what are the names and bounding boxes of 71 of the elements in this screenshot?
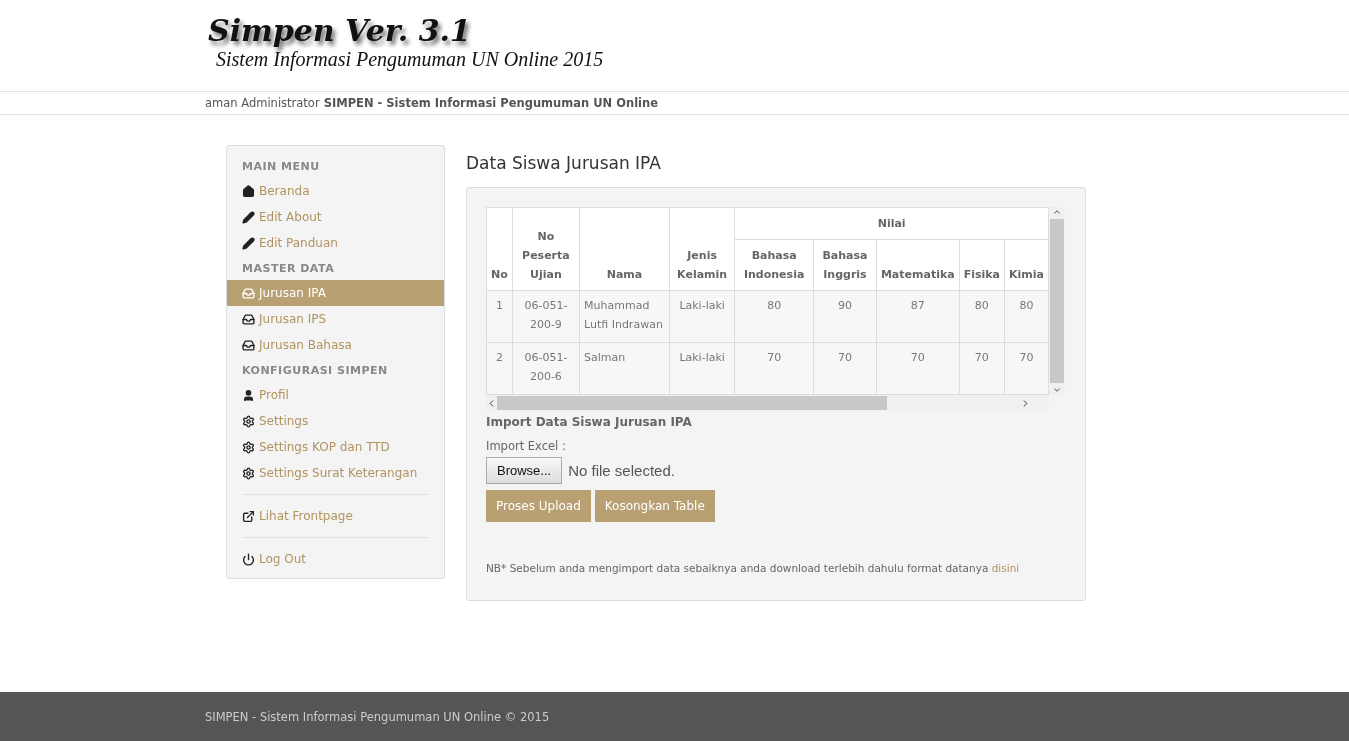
settings-icon (242, 440, 255, 454)
column-header: No (486, 207, 513, 291)
power-icon (242, 552, 255, 566)
column-header: Bahasa Inggris (813, 239, 877, 291)
table-cell: 80 (959, 290, 1005, 343)
pencil-icon (242, 210, 255, 224)
sidebar-item[interactable]: Jurusan Bahasa (227, 332, 444, 358)
user-icon (242, 388, 255, 402)
table-cell: 80 (734, 290, 814, 343)
browse-button[interactable]: Browse... (486, 457, 563, 484)
table-cell: 06-051-200-9 (512, 290, 580, 343)
sidebar-item[interactable]: Jurusan IPA (227, 280, 444, 306)
table-cell: 70 (876, 342, 960, 395)
marquee-bold-text: SIMPEN - Sistem Informasi Pengumuman UN Online (323, 96, 658, 110)
group-header: Nilai (734, 207, 1049, 240)
logo-subtitle: Sistem Informasi Pengumuman UN Online 2015 (216, 48, 604, 71)
sidebar-item[interactable]: Profil (227, 382, 444, 408)
table-cell: Salman (579, 342, 670, 395)
home-icon (242, 184, 255, 198)
table-cell: 1 (486, 290, 513, 343)
inbox-icon (242, 338, 255, 352)
pencil-icon (242, 236, 255, 250)
table-cell: Laki-laki (669, 290, 735, 343)
column-header: Fisika (959, 239, 1005, 291)
column-header: Matematika (876, 239, 960, 291)
marquee-text: aman Administrator (205, 96, 320, 110)
section-heading: MAIN MENU (241, 159, 321, 175)
vertical-scrollbar[interactable] (1049, 207, 1065, 395)
action-button[interactable]: Proses Upload (486, 490, 591, 522)
sidebar-item[interactable]: Beranda (227, 178, 444, 204)
sidebar-item[interactable]: Log Out (227, 546, 444, 572)
sidebar-item[interactable]: Jurusan IPS (227, 306, 444, 332)
inbox-icon (242, 286, 255, 300)
column-header: Bahasa Indonesia (734, 239, 814, 291)
column-header: Nama (579, 207, 670, 291)
table-cell: 87 (876, 290, 960, 343)
share-icon (242, 509, 255, 523)
sidebar-item[interactable]: Settings Surat Keterangan (227, 460, 444, 486)
logo-title: Simpen Ver. 3.1 (208, 14, 471, 48)
table-cell: 70 (813, 342, 877, 395)
sidebar-item[interactable]: Settings (227, 408, 444, 434)
sidebar-item[interactable]: Lihat Frontpage (227, 503, 444, 529)
settings-icon (242, 414, 255, 428)
table-cell: 06-051-200-6 (512, 342, 580, 395)
table-cell: 2 (486, 342, 513, 395)
action-button[interactable]: Kosongkan Table (594, 490, 715, 522)
section-heading: MASTER DATA (241, 261, 336, 277)
import-label: Import Excel : (486, 439, 567, 453)
inbox-icon (242, 312, 255, 326)
import-title: Import Data Siswa Jurusan IPA (486, 415, 693, 429)
table-cell: Muhammad Lutfi Indrawan (579, 290, 670, 343)
sidebar-item[interactable]: Edit Panduan (227, 230, 444, 256)
table-cell: 90 (813, 290, 877, 343)
horizontal-scrollbar[interactable] (486, 395, 1049, 411)
section-heading: KONFIGURASI SIMPEN (241, 363, 389, 379)
column-header: Kimia (1004, 239, 1049, 291)
table-cell: 70 (734, 342, 814, 395)
table-cell: 80 (1004, 290, 1049, 343)
footer-text: SIMPEN - Sistem Informasi Pengumuman UN Online © 2015 (205, 709, 550, 724)
file-status: No file selected. (568, 462, 675, 479)
table-cell: 70 (1004, 342, 1049, 395)
sidebar-item[interactable]: Settings KOP dan TTD (227, 434, 444, 460)
note-text: NB* Sebelum anda mengimport data sebaiknya anda download terlebih dahulu format datanya disini (486, 562, 1021, 574)
download-link[interactable]: disini (991, 562, 1020, 574)
sidebar-item[interactable]: Edit About (227, 204, 444, 230)
page-title: Data Siswa Jurusan IPA (466, 153, 662, 173)
table-cell: 70 (959, 342, 1005, 395)
column-header: Jenis Kelamin (669, 207, 735, 291)
table-cell: Laki-laki (669, 342, 735, 395)
settings-icon (242, 466, 255, 480)
column-header: No Peserta Ujian (512, 207, 580, 291)
